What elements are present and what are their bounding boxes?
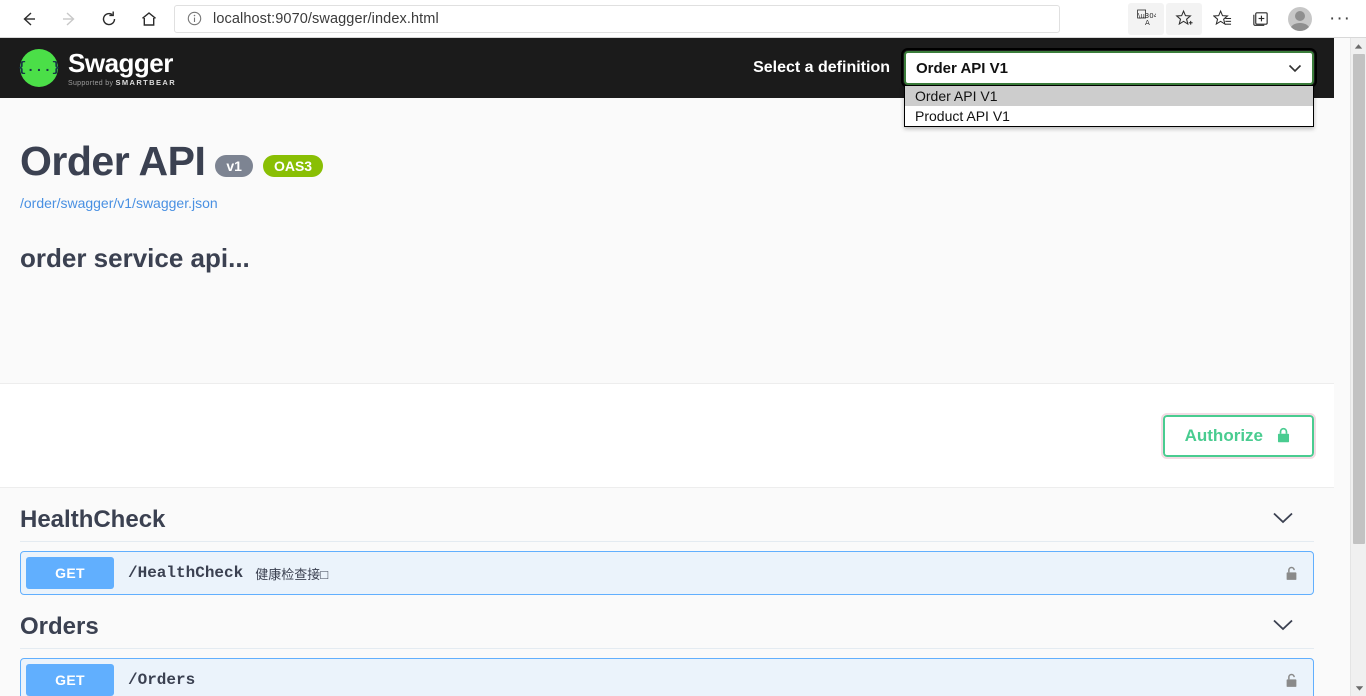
spec-url-link[interactable]: /order/swagger/v1/swagger.json xyxy=(20,195,1314,211)
refresh-button[interactable] xyxy=(90,3,128,35)
back-arrow-icon xyxy=(23,11,35,26)
definition-select-wrapper: Order API V1 Order API V1 Product API V1 xyxy=(901,48,1317,127)
chevron-down-icon xyxy=(1288,61,1302,76)
definition-dropdown-list[interactable]: Order API V1 Product API V1 xyxy=(904,85,1314,127)
tag-section-healthcheck: HealthCheck GET /HealthCheck 健康检查接□ xyxy=(20,506,1314,595)
swagger-logo-text: Swagger xyxy=(68,47,173,78)
tag-title-healthcheck: HealthCheck xyxy=(20,506,166,533)
scroll-up-arrow-icon xyxy=(1354,43,1363,49)
operation-path: /HealthCheck xyxy=(128,564,244,582)
chevron-down-glyph xyxy=(1288,64,1302,72)
api-title-row: Order API v1 OAS3 xyxy=(20,138,1314,185)
tag-title-orders: Orders xyxy=(20,613,99,640)
definition-selector-area: Select a definition Order API V1 Order A… xyxy=(753,48,1317,127)
add-favorite-button[interactable] xyxy=(1166,2,1202,35)
auth-wrapper: Authorize xyxy=(0,383,1334,488)
chevron-down-icon[interactable] xyxy=(1272,511,1294,530)
collections-icon xyxy=(1252,12,1268,26)
forward-button[interactable] xyxy=(50,3,88,35)
favorites-button[interactable] xyxy=(1204,3,1240,35)
scroll-down-button[interactable] xyxy=(1351,680,1366,696)
lock-glyph xyxy=(1286,673,1297,687)
definition-select-value: Order API V1 xyxy=(916,59,1008,77)
browser-toolbar: localhost:9070/swagger/index.html \u3042… xyxy=(0,0,1366,38)
lock-glyph xyxy=(1286,566,1297,580)
swagger-supported-by: Supported by SMARTBEAR xyxy=(68,77,177,87)
tag-section-orders: Orders GET /Orders P xyxy=(20,613,1314,696)
address-bar[interactable]: localhost:9070/swagger/index.html xyxy=(174,4,1060,33)
operation-summary: 健康检查接□ xyxy=(255,566,329,582)
info-circle-icon xyxy=(187,11,201,26)
operation-row-orders-get[interactable]: GET /Orders xyxy=(20,658,1314,696)
back-button[interactable] xyxy=(10,3,48,35)
api-info-block: Order API v1 OAS3 /order/swagger/v1/swag… xyxy=(0,98,1334,383)
scroll-down-arrow-icon xyxy=(1355,685,1363,691)
supported-prefix: Supported by xyxy=(68,79,114,87)
refresh-icon xyxy=(102,11,116,25)
authorize-button-label: Authorize xyxy=(1184,425,1263,445)
home-icon xyxy=(142,11,156,26)
browser-tool-buttons: \u3042 A xyxy=(1128,2,1366,35)
translate-icon: \u3042 A xyxy=(1136,9,1156,27)
api-description: order service api... xyxy=(20,243,250,273)
select-definition-label: Select a definition xyxy=(753,59,890,76)
tag-header-healthcheck[interactable]: HealthCheck xyxy=(20,506,1314,542)
favorites-star-icon xyxy=(1212,9,1231,26)
vertical-scrollbar[interactable] xyxy=(1350,38,1366,696)
lock-icon xyxy=(1277,427,1290,443)
authorize-button[interactable]: Authorize xyxy=(1160,412,1317,459)
navigation-buttons xyxy=(0,3,168,35)
svg-text:A: A xyxy=(1145,19,1150,27)
translate-button[interactable]: \u3042 A xyxy=(1128,2,1164,35)
swagger-wordmark: Swagger Supported by SMARTBEAR xyxy=(68,50,176,87)
oas-badge: OAS3 xyxy=(262,154,324,177)
tag-header-orders[interactable]: Orders xyxy=(20,613,1314,649)
definition-option-product[interactable]: Product API V1 xyxy=(905,106,1313,126)
authorization-lock-icon[interactable] xyxy=(1284,565,1299,582)
swagger-topbar: {...} Swagger Supported by SMARTBEAR Sel… xyxy=(0,38,1334,127)
definition-select[interactable]: Order API V1 xyxy=(901,48,1317,88)
site-info-icon[interactable] xyxy=(183,8,205,30)
forward-arrow-icon xyxy=(63,11,75,26)
version-badge: v1 xyxy=(215,154,253,177)
collections-button[interactable] xyxy=(1242,3,1278,35)
swagger-logo[interactable]: {...} Swagger Supported by SMARTBEAR xyxy=(18,49,176,87)
operation-row-healthcheck-get[interactable]: GET /HealthCheck 健康检查接□ xyxy=(20,551,1314,595)
ellipsis-icon: ··· xyxy=(1329,8,1351,29)
profile-button[interactable] xyxy=(1280,3,1320,35)
swagger-mark-icon: {...} xyxy=(18,49,60,87)
star-plus-icon xyxy=(1174,9,1193,26)
scroll-up-button[interactable] xyxy=(1351,38,1366,54)
avatar xyxy=(1288,6,1312,31)
http-method-badge: GET xyxy=(26,557,114,589)
chevron-down-glyph xyxy=(1273,512,1293,523)
swagger-ui-page: {...} Swagger Supported by SMARTBEAR Sel… xyxy=(0,38,1366,696)
authorization-lock-icon[interactable] xyxy=(1284,672,1299,689)
home-button[interactable] xyxy=(130,3,168,35)
scrollbar-thumb[interactable] xyxy=(1353,54,1365,544)
page-title: Order API xyxy=(20,138,206,184)
settings-menu-button[interactable]: ··· xyxy=(1322,3,1358,35)
smartbear-brand: SMARTBEAR xyxy=(115,77,177,87)
chevron-down-glyph xyxy=(1273,619,1293,630)
chevron-down-icon[interactable] xyxy=(1272,618,1294,637)
operation-path: /Orders xyxy=(128,671,196,689)
http-method-badge: GET xyxy=(26,664,114,696)
operations-area: HealthCheck GET /HealthCheck 健康检查接□ Orde… xyxy=(0,506,1334,696)
definition-option-order[interactable]: Order API V1 xyxy=(905,86,1313,106)
address-bar-text: localhost:9070/swagger/index.html xyxy=(213,10,439,27)
